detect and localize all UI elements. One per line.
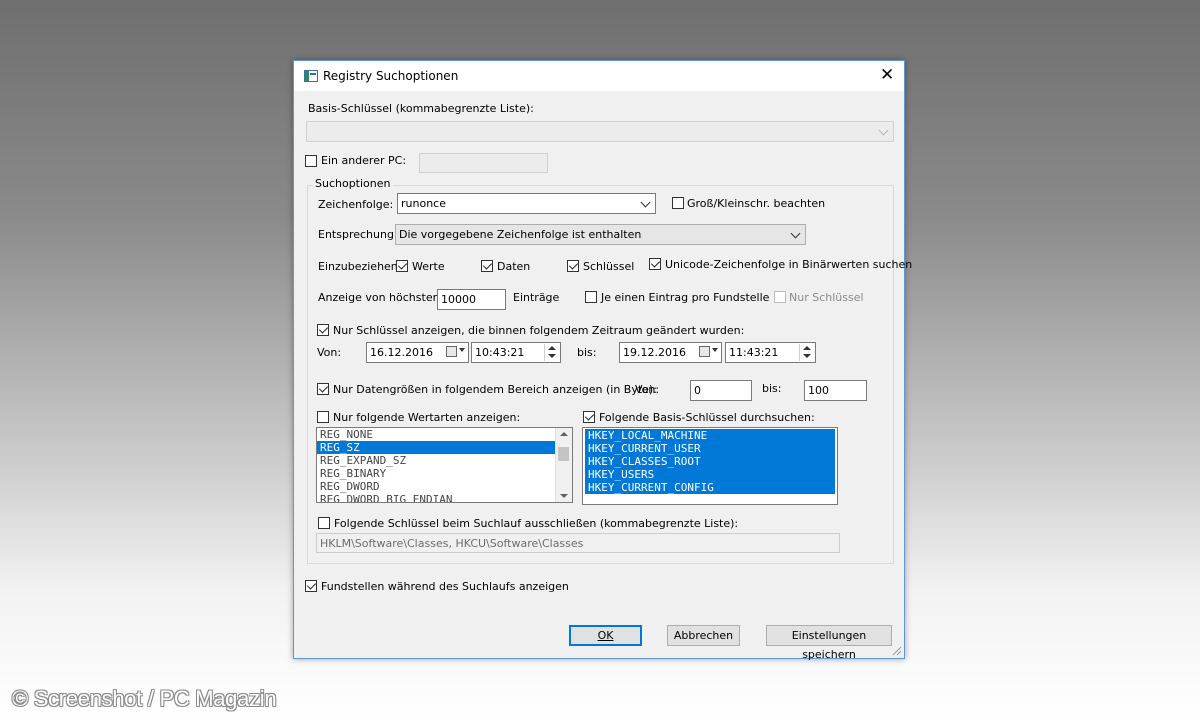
registry-search-options-dialog: Registry Suchoptionen ✕ Basis-Schlüssel … xyxy=(293,60,912,661)
close-icon[interactable]: ✕ xyxy=(880,65,894,85)
max-results-label: Anzeige von höchstens xyxy=(318,291,446,304)
watermark: © Screenshot / PC Magazin xyxy=(12,686,277,711)
dialog-title: Registry Suchoptionen xyxy=(323,69,459,83)
spin-down-icon[interactable] xyxy=(548,354,556,358)
other-pc-field[interactable] xyxy=(419,153,548,173)
base-keys-label: Folgende Basis-Schlüssel durchsuchen: xyxy=(599,411,815,424)
exclude-keys-checkbox[interactable] xyxy=(318,517,330,529)
base-keys-listbox[interactable]: HKEY_LOCAL_MACHINE HKEY_CURRENT_USER HKE… xyxy=(582,427,838,505)
max-results-suffix: Einträge xyxy=(513,291,560,304)
cancel-button[interactable]: Abbrechen xyxy=(667,625,740,646)
match-mode-value: Die vorgegebene Zeichenfolge ist enthalt… xyxy=(399,228,642,241)
search-string-value: runonce xyxy=(401,197,446,210)
list-item[interactable]: REG_DWORD_BIG_ENDIAN xyxy=(317,493,572,502)
show-results-label: Fundstellen während des Suchlaufs anzeig… xyxy=(321,580,569,593)
size-filter-label: Nur Datengrößen in folgendem Bereich anz… xyxy=(333,383,657,396)
basis-keys-label: Basis-Schlüssel (kommabegrenzte Liste): xyxy=(308,102,534,115)
list-item[interactable]: REG_DWORD xyxy=(317,480,572,493)
value-types-checkbox[interactable] xyxy=(317,411,329,423)
chevron-down-icon xyxy=(640,197,651,208)
spin-down-icon[interactable] xyxy=(803,354,811,358)
from-time-spinner[interactable] xyxy=(544,344,559,361)
list-item[interactable]: HKEY_CURRENT_CONFIG xyxy=(585,481,835,494)
from-time-field[interactable]: 10:43:21 xyxy=(471,342,561,363)
from-date-value: 16.12.2016 xyxy=(370,346,433,359)
include-label: Einzubeziehen: xyxy=(318,260,402,273)
dropdown-arrow-icon xyxy=(459,348,465,352)
resize-grip-icon[interactable] xyxy=(890,644,902,656)
list-item[interactable]: HKEY_CURRENT_USER xyxy=(585,442,835,455)
list-item[interactable]: HKEY_USERS xyxy=(585,468,835,481)
title-bar[interactable]: Registry Suchoptionen ✕ xyxy=(294,61,904,91)
search-string-label: Zeichenfolge: xyxy=(318,198,394,211)
from-date-picker[interactable]: 16.12.2016 xyxy=(366,342,469,363)
search-options-group-label: Suchoptionen xyxy=(313,177,393,190)
match-mode-dropdown[interactable]: Die vorgegebene Zeichenfolge ist enthalt… xyxy=(395,224,806,245)
list-item[interactable]: REG_BINARY xyxy=(317,467,572,480)
chevron-down-icon xyxy=(878,125,889,136)
other-pc-checkbox[interactable] xyxy=(305,155,317,167)
value-types-listbox[interactable]: REG_NONE REG_SZ REG_EXPAND_SZ REG_BINARY… xyxy=(316,427,573,503)
max-results-field[interactable]: 10000 xyxy=(437,289,506,310)
exclude-keys-field[interactable]: HKLM\Software\Classes, HKCU\Software\Cla… xyxy=(316,533,840,553)
to-time-spinner[interactable] xyxy=(799,344,814,361)
list-item[interactable]: HKEY_LOCAL_MACHINE xyxy=(585,429,835,442)
one-entry-per-hit-checkbox[interactable] xyxy=(585,291,597,303)
scroll-up-icon[interactable] xyxy=(560,432,568,436)
include-keys-checkbox[interactable] xyxy=(567,260,579,272)
unicode-binary-checkbox[interactable] xyxy=(649,258,661,270)
calendar-icon[interactable] xyxy=(699,346,710,357)
list-item[interactable]: REG_EXPAND_SZ xyxy=(317,454,572,467)
spin-up-icon[interactable] xyxy=(803,346,811,350)
date-to-label: bis: xyxy=(577,346,597,359)
only-keys-label: Nur Schlüssel xyxy=(789,291,864,304)
list-item[interactable]: REG_SZ xyxy=(317,441,555,454)
size-from-field[interactable]: 0 xyxy=(690,380,752,401)
to-time-value: 11:43:21 xyxy=(729,346,779,359)
one-entry-per-hit-label: Je einen Eintrag pro Fundstelle xyxy=(601,291,770,304)
save-settings-button[interactable]: Einstellungen speichern xyxy=(766,625,892,661)
registry-app-icon xyxy=(304,70,318,82)
case-sensitive-checkbox[interactable] xyxy=(672,197,684,209)
list-item[interactable]: HKEY_CLASSES_ROOT xyxy=(585,455,835,468)
include-data-label: Daten xyxy=(497,260,531,273)
value-types-label: Nur folgende Wertarten anzeigen: xyxy=(333,411,521,424)
base-keys-checkbox[interactable] xyxy=(583,411,595,423)
other-pc-label: Ein anderer PC: xyxy=(321,154,407,167)
include-data-checkbox[interactable] xyxy=(481,260,493,272)
size-to-label: bis: xyxy=(762,382,782,395)
to-time-field[interactable]: 11:43:21 xyxy=(725,342,816,363)
unicode-binary-label: Unicode-Zeichenfolge in Binärwerten such… xyxy=(665,258,913,271)
show-results-checkbox[interactable] xyxy=(305,580,317,592)
size-to-field[interactable]: 100 xyxy=(804,380,867,401)
dropdown-arrow-icon xyxy=(712,348,718,352)
date-from-label: Von: xyxy=(317,346,342,359)
to-date-value: 19.12.2016 xyxy=(623,346,686,359)
case-sensitive-label: Groß/Kleinschr. beachten xyxy=(687,197,826,210)
from-time-value: 10:43:21 xyxy=(475,346,525,359)
match-mode-label: Entsprechung: xyxy=(318,228,398,241)
search-string-combobox[interactable]: runonce xyxy=(397,193,656,214)
time-filter-label: Nur Schlüssel anzeigen, die binnen folge… xyxy=(333,324,745,337)
to-date-picker[interactable]: 19.12.2016 xyxy=(619,342,722,363)
scroll-thumb[interactable] xyxy=(558,447,569,461)
list-item[interactable]: REG_NONE xyxy=(317,428,572,441)
value-types-scrollbar[interactable] xyxy=(555,428,572,502)
spin-up-icon[interactable] xyxy=(548,346,556,350)
basis-keys-combobox[interactable] xyxy=(306,121,894,142)
ok-button[interactable]: OK xyxy=(569,625,642,646)
only-keys-checkbox[interactable] xyxy=(774,291,786,303)
size-filter-checkbox[interactable] xyxy=(317,383,329,395)
ok-button-label: OK xyxy=(597,629,614,642)
include-values-checkbox[interactable] xyxy=(396,260,408,272)
size-from-label: Von: xyxy=(635,383,660,396)
calendar-icon[interactable] xyxy=(446,346,457,357)
scroll-down-icon[interactable] xyxy=(560,494,568,498)
include-keys-label: Schlüssel xyxy=(583,260,635,273)
include-values-label: Werte xyxy=(412,260,445,273)
exclude-keys-label: Folgende Schlüssel beim Suchlauf ausschl… xyxy=(334,517,739,530)
chevron-down-icon xyxy=(790,228,801,239)
time-filter-checkbox[interactable] xyxy=(317,324,329,336)
